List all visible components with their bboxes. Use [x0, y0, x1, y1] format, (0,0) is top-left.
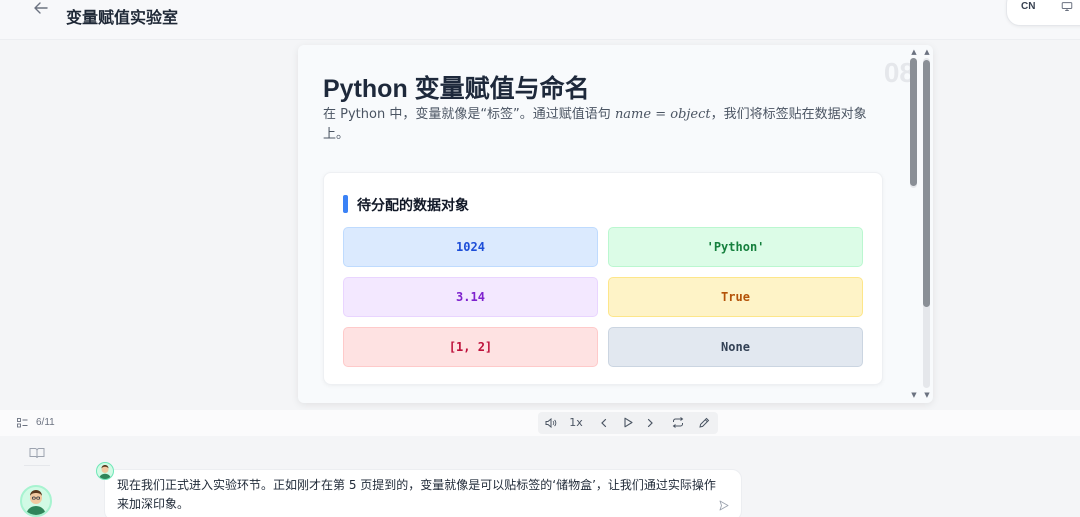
- scrollbar-thumb[interactable]: [910, 58, 917, 186]
- language-button[interactable]: CN: [1021, 1, 1035, 12]
- panel-accent-bar: [343, 195, 348, 213]
- teacher-avatar[interactable]: [20, 485, 52, 517]
- loop-button[interactable]: [668, 412, 688, 434]
- prev-button[interactable]: [594, 412, 614, 434]
- slide-card: 08 Python 变量赋值与命名 在 Python 中，变量就像是“标签”。通…: [298, 45, 933, 403]
- panel-title: 待分配的数据对象: [357, 198, 469, 214]
- scroll-up-button-outer[interactable]: ▲: [923, 48, 931, 56]
- repeat-icon: [672, 417, 684, 428]
- send-icon[interactable]: [719, 500, 729, 511]
- arrow-left-icon: [34, 2, 48, 14]
- teacher-avatar-image: [26, 490, 46, 515]
- speed-button[interactable]: 1x: [566, 412, 586, 434]
- speaker-avatar-image: [99, 465, 111, 479]
- desc-text-before: 在 Python 中，变量就像是“标签”。通过赋值语句: [323, 107, 615, 122]
- play-button[interactable]: [618, 412, 638, 434]
- top-right-controls: CN: [1006, 0, 1080, 26]
- playback-controls: 1x: [538, 412, 718, 434]
- data-object-float[interactable]: 3.14: [343, 277, 598, 317]
- back-button[interactable]: [30, 0, 52, 16]
- chevron-left-icon: [601, 418, 607, 428]
- scroll-up-button[interactable]: ▲: [910, 48, 918, 56]
- monitor-icon[interactable]: [1061, 2, 1073, 11]
- volume-button[interactable]: [542, 412, 560, 434]
- data-object-list[interactable]: [1, 2]: [343, 327, 598, 367]
- assignment-formula: name = object: [614, 107, 711, 122]
- book-icon[interactable]: [29, 447, 45, 459]
- slide-title: Python 变量赋值与命名: [323, 75, 590, 103]
- list-icon[interactable]: [17, 418, 28, 428]
- data-object-none[interactable]: None: [608, 327, 863, 367]
- volume-icon: [545, 417, 557, 429]
- data-object-int[interactable]: 1024: [343, 227, 598, 267]
- edit-button[interactable]: [694, 412, 714, 434]
- speaker-avatar: [96, 462, 114, 480]
- play-icon: [624, 417, 633, 428]
- app-title: 变量赋值实验室: [66, 8, 179, 27]
- scrollbar-thumb-outer[interactable]: [923, 60, 930, 307]
- page-progress: 6/11: [36, 417, 55, 428]
- chevron-right-icon: [647, 418, 653, 428]
- pencil-icon: [699, 417, 710, 428]
- slide-description: 在 Python 中，变量就像是“标签”。通过赋值语句 name = objec…: [323, 105, 868, 145]
- data-objects-panel: 待分配的数据对象 1024 'Python' 3.14 True [1, 2] …: [323, 172, 883, 385]
- data-object-str[interactable]: 'Python': [608, 227, 863, 267]
- scroll-down-button[interactable]: ▼: [910, 391, 918, 399]
- chat-message-text: 现在我们正式进入实验环节。正如刚才在第 5 页提到的，变量就像是可以贴标签的‘储…: [117, 478, 716, 511]
- scroll-down-button-outer[interactable]: ▼: [923, 391, 931, 399]
- tab-underline: [24, 465, 50, 466]
- data-object-bool[interactable]: True: [608, 277, 863, 317]
- chat-message-bubble: 现在我们正式进入实验环节。正如刚才在第 5 页提到的，变量就像是可以贴标签的‘储…: [104, 469, 742, 517]
- next-button[interactable]: [640, 412, 660, 434]
- app-header: 变量赋值实验室 CN: [0, 0, 1080, 40]
